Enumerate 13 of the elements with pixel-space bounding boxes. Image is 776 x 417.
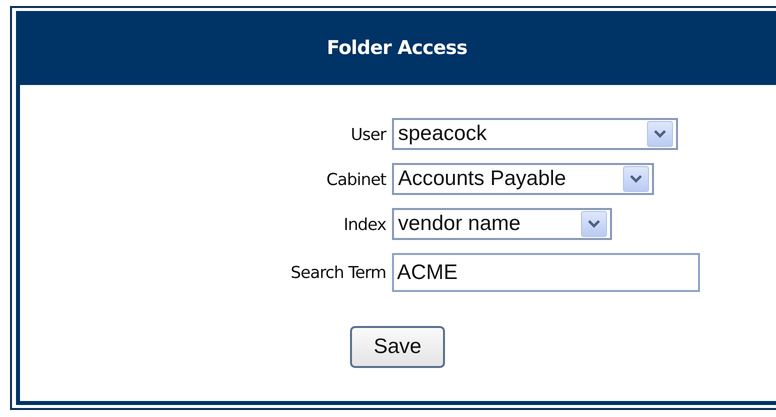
dropdown[interactable]: vendor name [392, 208, 612, 240]
field-label: Search Term [290, 263, 386, 282]
panel-title: Folder Access [326, 37, 468, 59]
chevron-icon [647, 121, 673, 147]
field-label: Cabinet [325, 170, 386, 188]
field-label: Index [342, 214, 386, 234]
search-term-field[interactable]: ACME [392, 253, 700, 292]
field-label: User [350, 124, 386, 144]
chevron-icon [623, 166, 649, 192]
dropdown[interactable]: speacock [392, 118, 678, 150]
dropdown[interactable]: Accounts Payable [392, 163, 654, 195]
chevron-icon [581, 211, 607, 237]
save-button[interactable]: Save [350, 326, 445, 368]
